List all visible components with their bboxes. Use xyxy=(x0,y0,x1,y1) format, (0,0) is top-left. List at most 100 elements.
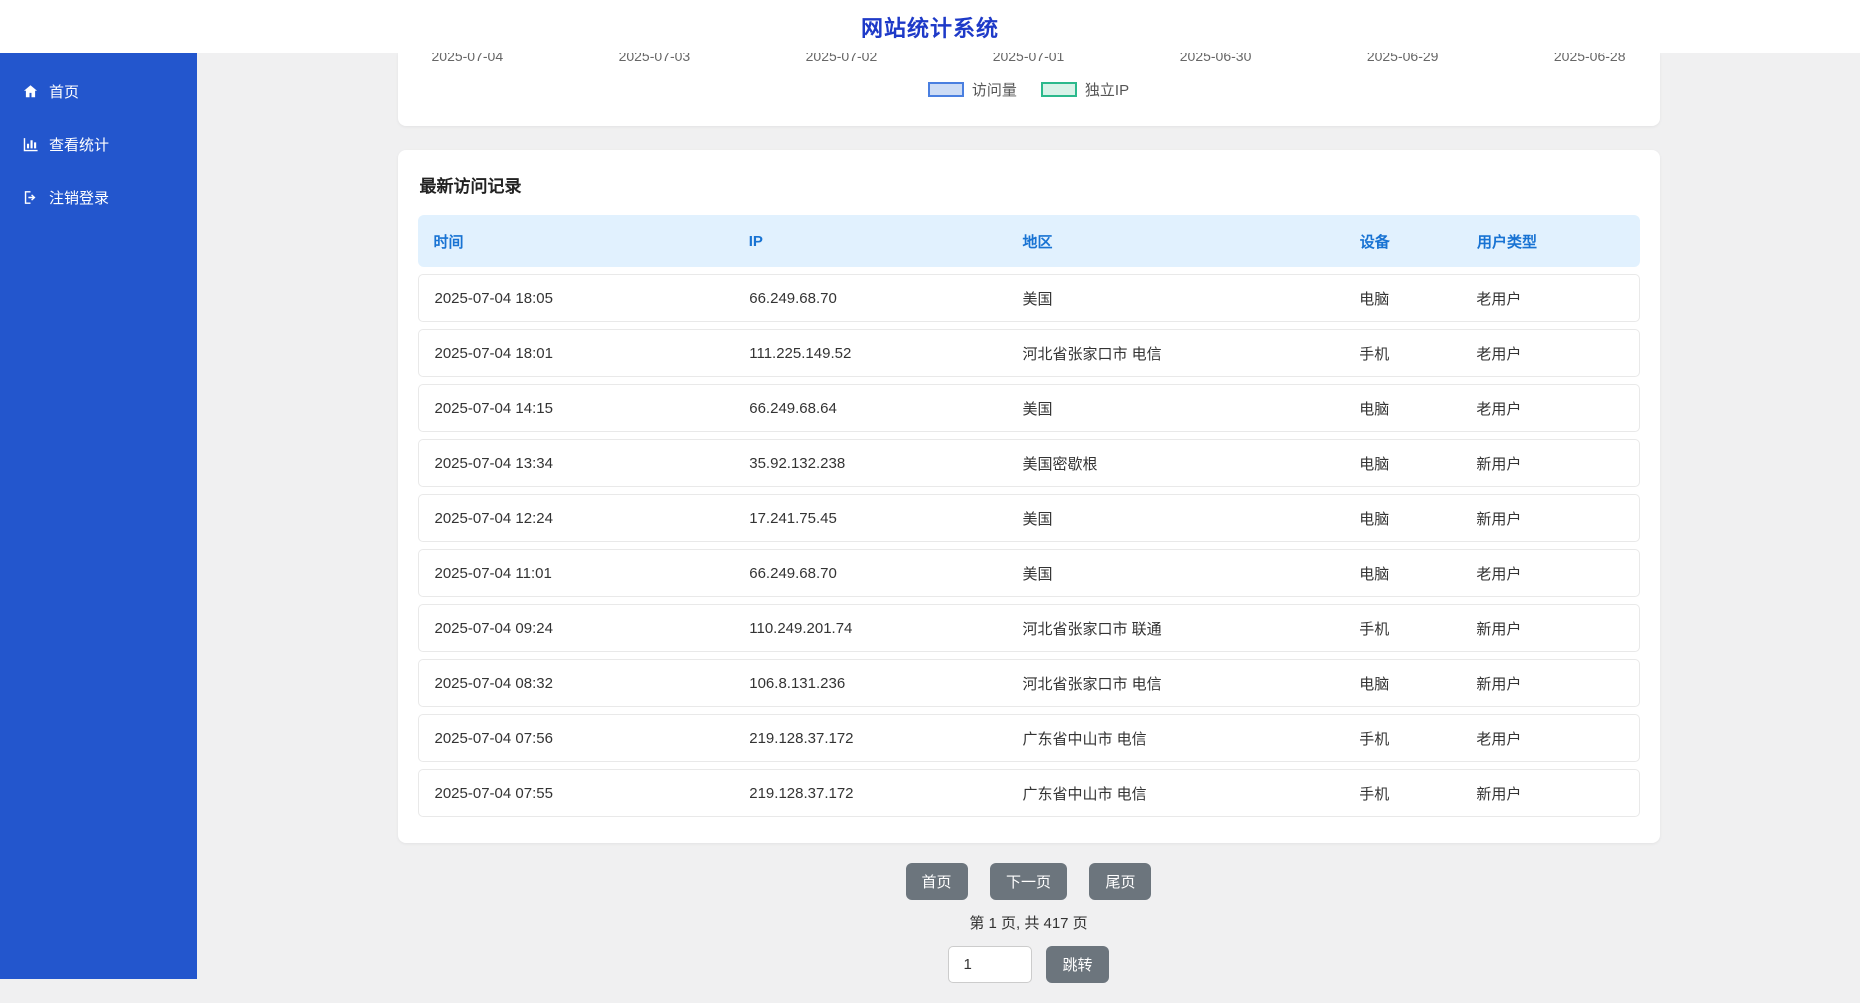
main-content: 2025-07-04 2025-07-03 2025-07-02 2025-07-01… xyxy=(197,53,1860,1003)
table-row: 2025-07-04 09:24110.249.201.74河北省张家口市 联通… xyxy=(418,604,1640,652)
table-cell: 66.249.68.70 xyxy=(733,290,1006,307)
table-cell: 17.241.75.45 xyxy=(733,510,1006,527)
home-icon xyxy=(22,83,39,100)
chart-x-axis: 2025-07-04 2025-07-03 2025-07-02 2025-07-01… xyxy=(432,53,1626,64)
table-cell: 河北省张家口市 电信 xyxy=(1007,343,1344,364)
page-jump-input[interactable] xyxy=(948,946,1032,983)
table-cell: 66.249.68.70 xyxy=(733,565,1006,582)
sidebar-item-label: 首页 xyxy=(49,81,79,102)
table-row: 2025-07-04 07:55219.128.37.172广东省中山市 电信手… xyxy=(418,769,1640,817)
table-row: 2025-07-04 13:3435.92.132.238美国密歇根电脑新用户 xyxy=(418,439,1640,487)
table-cell: 手机 xyxy=(1343,728,1460,749)
table-cell: 2025-07-04 14:15 xyxy=(419,400,734,417)
records-table: 时间IP地区设备用户类型 2025-07-04 18:0566.249.68.7… xyxy=(418,215,1640,817)
next-page-button[interactable]: 下一页 xyxy=(990,863,1067,900)
column-header: IP xyxy=(733,233,1007,250)
axis-tick-label: 2025-06-28 xyxy=(1554,53,1626,64)
table-row: 2025-07-04 12:2417.241.75.45美国电脑新用户 xyxy=(418,494,1640,542)
table-cell: 美国 xyxy=(1007,563,1344,584)
sidebar-menu: 首页查看统计注销登录 xyxy=(0,65,197,224)
table-cell: 35.92.132.238 xyxy=(733,455,1006,472)
sidebar-item-stats[interactable]: 查看统计 xyxy=(0,118,197,171)
table-cell: 新用户 xyxy=(1460,783,1638,804)
column-header: 用户类型 xyxy=(1461,231,1639,252)
page-jump-button[interactable]: 跳转 xyxy=(1046,946,1108,983)
table-cell: 2025-07-04 09:24 xyxy=(419,620,734,637)
table-body: 2025-07-04 18:0566.249.68.70美国电脑老用户2025-… xyxy=(418,274,1640,817)
table-cell: 老用户 xyxy=(1460,343,1638,364)
chart-legend: 访问量 独立IP xyxy=(432,79,1626,100)
table-cell: 手机 xyxy=(1343,343,1460,364)
table-cell: 电脑 xyxy=(1343,673,1460,694)
table-cell: 老用户 xyxy=(1460,728,1638,749)
table-cell: 电脑 xyxy=(1343,508,1460,529)
table-row: 2025-07-04 18:01111.225.149.52河北省张家口市 电信… xyxy=(418,329,1640,377)
last-page-button[interactable]: 尾页 xyxy=(1089,863,1151,900)
first-page-button[interactable]: 首页 xyxy=(906,863,968,900)
legend-swatch xyxy=(928,82,964,97)
sidebar: 首页查看统计注销登录 xyxy=(0,53,197,979)
table-cell: 新用户 xyxy=(1460,508,1638,529)
page-title: 网站统计系统 xyxy=(861,11,999,43)
table-cell: 老用户 xyxy=(1460,398,1638,419)
table-cell: 电脑 xyxy=(1343,453,1460,474)
table-cell: 2025-07-04 11:01 xyxy=(419,565,734,582)
table-cell: 老用户 xyxy=(1460,288,1638,309)
legend-item[interactable]: 访问量 xyxy=(928,79,1017,100)
table-cell: 美国 xyxy=(1007,288,1344,309)
legend-swatch xyxy=(1041,82,1077,97)
sidebar-item-logout[interactable]: 注销登录 xyxy=(0,171,197,224)
sidebar-item-label: 注销登录 xyxy=(49,187,109,208)
sidebar-item-label: 查看统计 xyxy=(49,134,109,155)
table-cell: 219.128.37.172 xyxy=(733,785,1006,802)
table-row: 2025-07-04 14:1566.249.68.64美国电脑老用户 xyxy=(418,384,1640,432)
column-header: 地区 xyxy=(1006,231,1343,252)
page-header: 网站统计系统 xyxy=(0,0,1860,53)
table-cell: 老用户 xyxy=(1460,563,1638,584)
pagination: 首页 下一页 尾页 第 1 页, 共 417 页 跳转 xyxy=(398,863,1660,983)
legend-label: 访问量 xyxy=(972,79,1017,100)
table-row: 2025-07-04 08:32106.8.131.236河北省张家口市 电信电… xyxy=(418,659,1640,707)
table-cell: 电脑 xyxy=(1343,563,1460,584)
table-cell: 电脑 xyxy=(1343,288,1460,309)
legend-label: 独立IP xyxy=(1085,79,1129,100)
page-info: 第 1 页, 共 417 页 xyxy=(398,912,1660,933)
sidebar-item-home[interactable]: 首页 xyxy=(0,65,197,118)
axis-tick-label: 2025-06-29 xyxy=(1367,53,1439,64)
table-cell: 手机 xyxy=(1343,618,1460,639)
table-cell: 美国密歇根 xyxy=(1007,453,1344,474)
column-header: 时间 xyxy=(418,231,733,252)
table-cell: 2025-07-04 18:05 xyxy=(419,290,734,307)
table-cell: 广东省中山市 电信 xyxy=(1007,783,1344,804)
table-row: 2025-07-04 11:0166.249.68.70美国电脑老用户 xyxy=(418,549,1640,597)
table-cell: 2025-07-04 12:24 xyxy=(419,510,734,527)
table-cell: 219.128.37.172 xyxy=(733,730,1006,747)
table-cell: 手机 xyxy=(1343,783,1460,804)
column-header: 设备 xyxy=(1344,231,1461,252)
axis-tick-label: 2025-06-30 xyxy=(1180,53,1252,64)
table-cell: 2025-07-04 07:56 xyxy=(419,730,734,747)
table-cell: 2025-07-04 07:55 xyxy=(419,785,734,802)
page-jump-row: 跳转 xyxy=(398,946,1660,983)
logout-icon xyxy=(22,189,39,206)
table-cell: 广东省中山市 电信 xyxy=(1007,728,1344,749)
pagination-buttons: 首页 下一页 尾页 xyxy=(398,863,1660,900)
latest-records-card: 最新访问记录 时间IP地区设备用户类型 2025-07-04 18:0566.2… xyxy=(398,150,1660,843)
table-row: 2025-07-04 18:0566.249.68.70美国电脑老用户 xyxy=(418,274,1640,322)
table-header-row: 时间IP地区设备用户类型 xyxy=(418,215,1640,267)
bar-chart-icon xyxy=(22,136,39,153)
table-cell: 电脑 xyxy=(1343,398,1460,419)
legend-item[interactable]: 独立IP xyxy=(1041,79,1129,100)
axis-tick-label: 2025-07-03 xyxy=(619,53,691,64)
table-cell: 2025-07-04 18:01 xyxy=(419,345,734,362)
table-cell: 新用户 xyxy=(1460,673,1638,694)
table-row: 2025-07-04 07:56219.128.37.172广东省中山市 电信手… xyxy=(418,714,1640,762)
table-cell: 美国 xyxy=(1007,508,1344,529)
table-cell: 新用户 xyxy=(1460,453,1638,474)
axis-tick-label: 2025-07-02 xyxy=(806,53,878,64)
table-cell: 66.249.68.64 xyxy=(733,400,1006,417)
axis-tick-label: 2025-07-04 xyxy=(432,53,504,64)
table-cell: 106.8.131.236 xyxy=(733,675,1006,692)
axis-tick-label: 2025-07-01 xyxy=(993,53,1065,64)
table-cell: 111.225.149.52 xyxy=(733,345,1006,362)
